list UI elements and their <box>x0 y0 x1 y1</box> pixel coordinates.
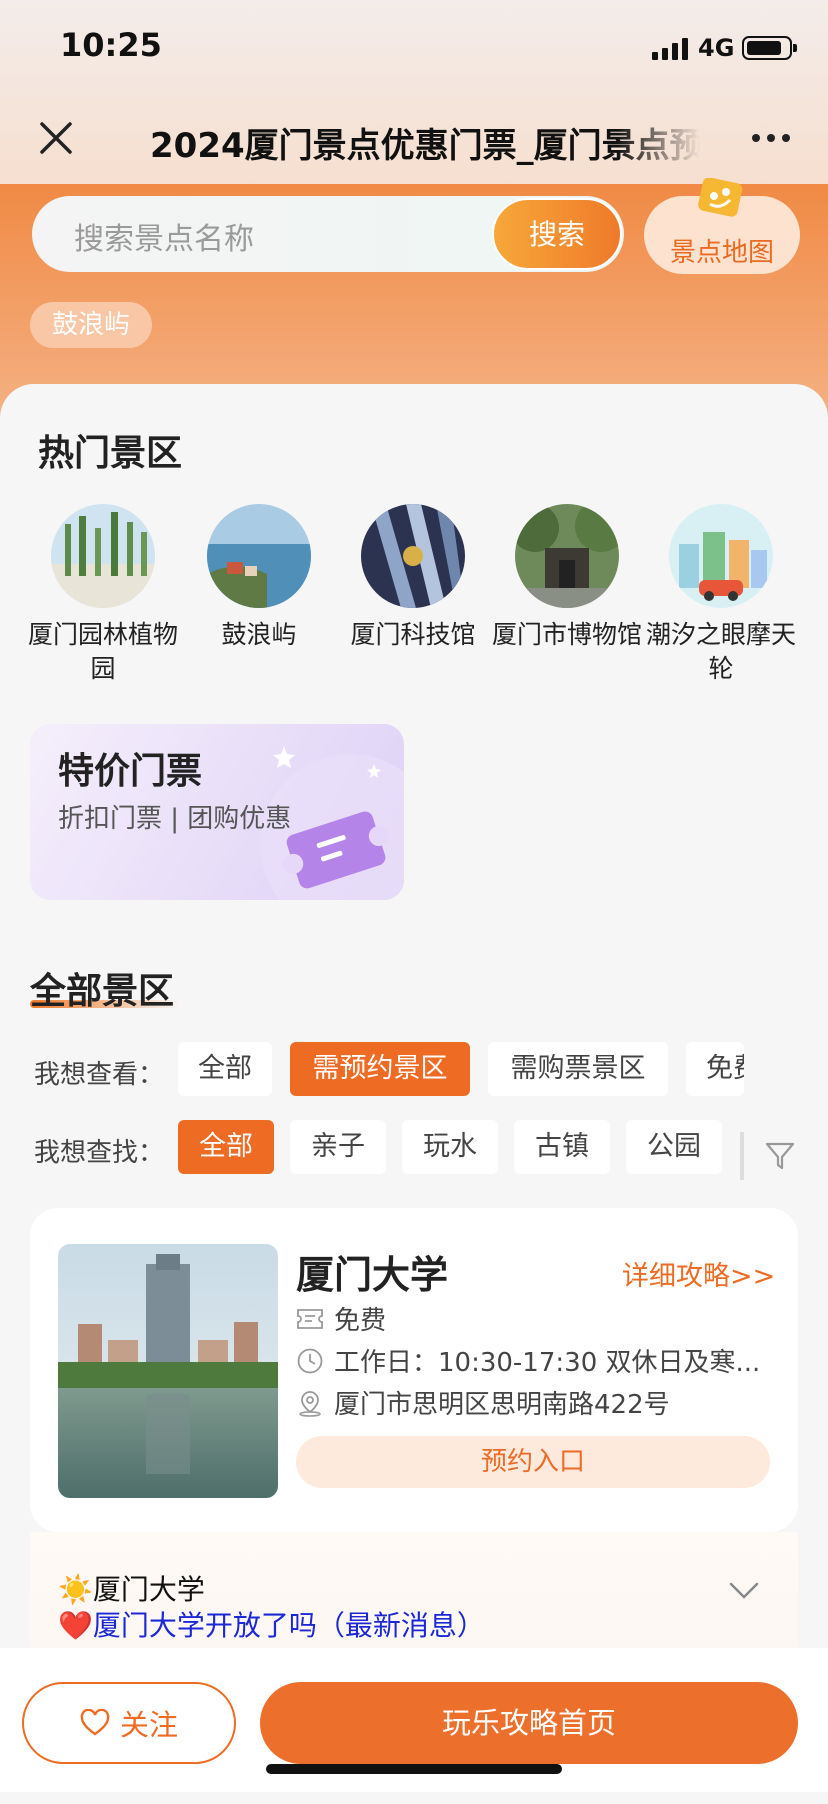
promo-title: 特价门票 <box>58 751 203 792</box>
spot-name: 厦门园林植物园 <box>28 620 179 683</box>
hot-section-title: 热门景区 <box>38 433 183 474</box>
chevron-down-icon[interactable] <box>728 1578 760 1604</box>
hot-spot-item[interactable]: 厦门科技馆 <box>338 504 488 652</box>
price-row: 免费 <box>296 1300 386 1337</box>
find-option-ancient-town[interactable]: 古镇 <box>514 1120 610 1174</box>
view-option-reservation[interactable]: 需预约景区 <box>290 1042 470 1096</box>
find-option-water[interactable]: 玩水 <box>402 1120 498 1174</box>
hot-spot-item[interactable]: 厦门园林植物园 <box>28 504 178 686</box>
reservation-entry-button[interactable]: 预约入口 <box>296 1436 770 1488</box>
follow-button[interactable]: 关注 <box>22 1682 236 1764</box>
spot-thumbnail <box>515 504 619 608</box>
spot-address: 厦门市思明区思明南路422号 <box>334 1390 670 1420</box>
search-input[interactable]: 搜索景点名称 搜索 <box>32 196 624 272</box>
detail-guide-link[interactable]: 详细攻略>> <box>622 1254 775 1293</box>
status-time: 10:25 <box>60 26 162 64</box>
spot-name: 潮汐之眼摩天轮 <box>646 620 797 683</box>
view-option-free[interactable]: 免费 <box>686 1042 744 1096</box>
info-line-link[interactable]: ❤️厦门大学开放了吗（最新消息） <box>58 1604 485 1644</box>
close-icon[interactable] <box>38 120 74 156</box>
spot-name: 厦门科技馆 <box>350 620 476 649</box>
spot-name: 鼓浪屿 <box>221 620 297 649</box>
address-row: 厦门市思明区思明南路422号 <box>296 1384 670 1421</box>
spot-thumbnail <box>207 504 311 608</box>
follow-label: 关注 <box>119 1708 178 1742</box>
view-option-all[interactable]: 全部 <box>178 1042 272 1096</box>
view-filter-label: 我想查看： <box>34 1060 165 1090</box>
network-type: 4G <box>698 34 735 62</box>
clock-icon <box>297 1348 323 1373</box>
quick-tag[interactable]: 鼓浪屿 <box>30 302 152 348</box>
spot-name: 厦门市博物馆 <box>492 620 643 649</box>
spot-price: 免费 <box>334 1306 387 1336</box>
filter-button[interactable] <box>740 1128 820 1184</box>
spot-hours: 工作日：10:30-17:30 双休日及寒... <box>334 1348 761 1378</box>
hot-spot-item[interactable]: 潮汐之眼摩天轮 <box>646 504 796 686</box>
hot-spot-item[interactable]: 鼓浪屿 <box>184 504 334 652</box>
hot-spot-item[interactable]: 厦门市博物馆 <box>492 504 642 652</box>
home-indicator <box>266 1764 562 1774</box>
all-section-title: 全部景区 <box>30 971 175 1012</box>
map-icon <box>698 178 743 217</box>
special-tickets-banner[interactable]: 特价门票 折扣门票 | 团购优惠 <box>30 724 404 900</box>
ticket-outline-icon <box>297 1308 323 1329</box>
view-option-ticketed[interactable]: 需购票景区 <box>488 1042 668 1096</box>
more-menu-icon[interactable] <box>752 134 790 142</box>
hours-row: 工作日：10:30-17:30 双休日及寒... <box>296 1342 760 1379</box>
search-button[interactable]: 搜索 <box>492 198 622 270</box>
search-placeholder: 搜索景点名称 <box>74 222 254 257</box>
promo-subtitle: 折扣门票 | 团购优惠 <box>58 804 292 834</box>
scenic-map-label: 景点地图 <box>669 238 774 268</box>
find-option-park[interactable]: 公园 <box>626 1120 722 1174</box>
spot-title: 厦门大学 <box>296 1253 449 1297</box>
spot-thumbnail <box>361 504 465 608</box>
heart-icon <box>80 1709 110 1736</box>
spot-thumbnail <box>51 504 155 608</box>
filter-divider <box>740 1132 744 1180</box>
spot-card-image <box>58 1244 278 1498</box>
page-title: 2024厦门景点优惠门票_厦门景点预约 <box>150 126 700 166</box>
signal-icon <box>652 38 688 60</box>
info-line-title: ☀️厦门大学 <box>58 1573 205 1606</box>
guide-home-button[interactable]: 玩乐攻略首页 <box>260 1682 798 1764</box>
find-option-family[interactable]: 亲子 <box>290 1120 386 1174</box>
find-filter-label: 我想查找： <box>34 1138 165 1168</box>
find-option-all[interactable]: 全部 <box>178 1120 274 1174</box>
battery-icon <box>742 36 797 60</box>
location-icon <box>299 1390 321 1417</box>
spot-thumbnail <box>669 504 773 608</box>
filter-icon <box>765 1142 795 1170</box>
